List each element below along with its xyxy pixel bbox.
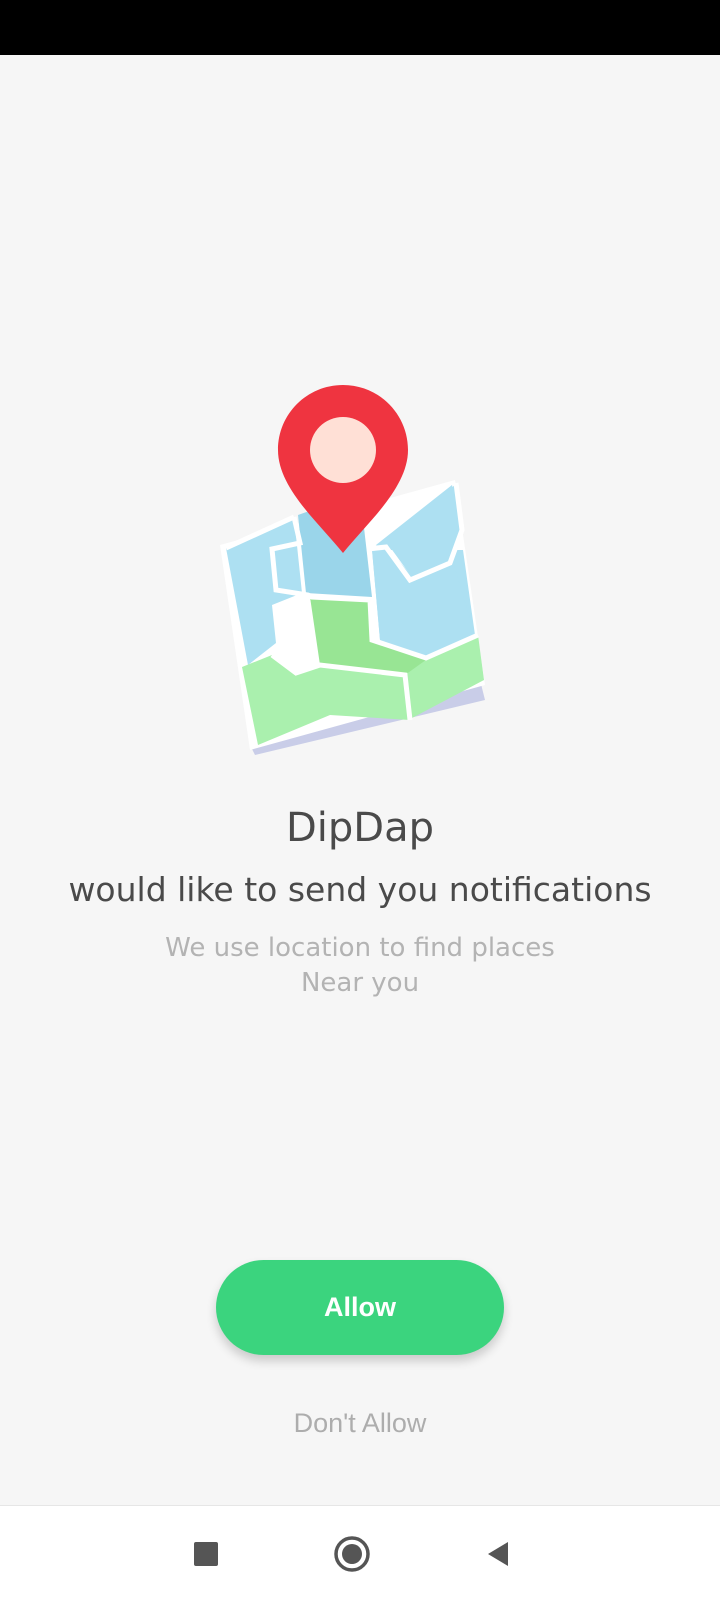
description-line-1: We use location to find places [165, 933, 555, 963]
permission-description: We use location to find places Near you [0, 931, 720, 1001]
system-navigation-bar [0, 1505, 720, 1601]
app-name: DipDap [285, 805, 434, 851]
map-with-location-pin-icon [220, 385, 485, 755]
description-line-2: Near you [300, 968, 420, 998]
allow-button[interactable]: Allow [216, 1260, 504, 1355]
allow-button-label: Allow [324, 1292, 396, 1322]
square-icon [194, 1542, 218, 1566]
circle-home-icon [334, 1536, 370, 1572]
notification-permission-screen: DipDap would like to send you notificati… [0, 55, 720, 1505]
status-bar [0, 0, 720, 55]
triangle-back-icon [488, 1542, 508, 1566]
dont-allow-button[interactable]: Don't Allow [0, 1408, 720, 1439]
permission-headline: would like to send you notifications [68, 870, 652, 909]
recents-button[interactable] [184, 1532, 228, 1576]
home-button[interactable] [330, 1532, 374, 1576]
back-button[interactable] [476, 1532, 520, 1576]
